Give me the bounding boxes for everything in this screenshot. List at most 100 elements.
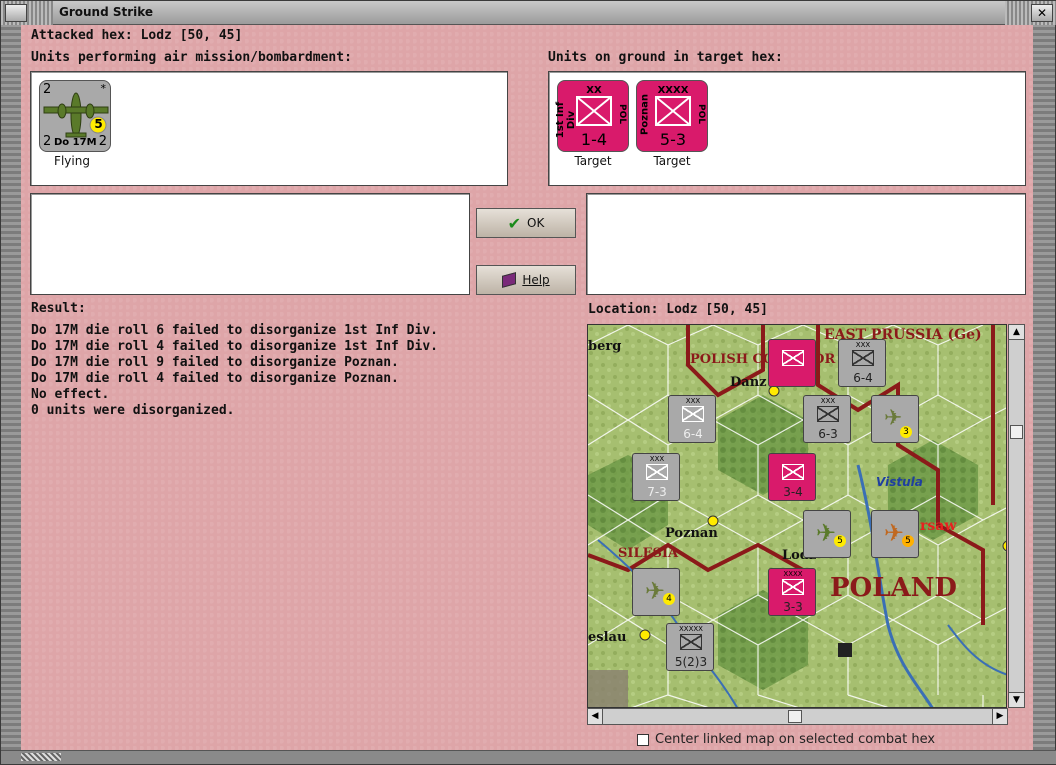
counter-size: XXX	[685, 397, 701, 405]
help-book-icon	[502, 272, 517, 288]
mountain-terrain	[588, 670, 628, 707]
result-line: No effect.	[31, 387, 110, 402]
label-silesia: SILESIA	[618, 546, 679, 561]
air-units-title: Units performing air mission/bombardment…	[31, 50, 352, 65]
close-button[interactable]: ✕	[1031, 4, 1053, 22]
system-menu-button[interactable]	[5, 4, 27, 22]
checkmark-icon: ✔	[507, 213, 522, 233]
resize-grip-icon[interactable]	[21, 753, 61, 761]
map-counter[interactable]: 3-4	[768, 453, 816, 501]
map-counter[interactable]: XXX 7-3	[632, 453, 680, 501]
unit-strength: 5-3	[659, 130, 687, 149]
unit-strength: 1-4	[580, 130, 608, 149]
scroll-left-arrow-icon[interactable]: ◀	[588, 709, 603, 724]
city-poznan-icon[interactable]	[707, 515, 719, 527]
label-poland: POLAND	[830, 573, 957, 603]
map-counter[interactable]	[768, 339, 816, 387]
ground-units-title: Units on ground in target hex:	[548, 50, 783, 65]
attacked-hex-label: Attacked hex: Lodz [50, 45]	[31, 28, 243, 43]
map-aircraft-counter[interactable]: ✈ 3	[871, 395, 919, 443]
ok-button[interactable]: ✔ OK	[476, 208, 576, 238]
map-counter[interactable]: XXX 6-4	[668, 395, 716, 443]
unit-nation: POL	[696, 104, 706, 124]
air-unit-star: *	[100, 82, 107, 95]
counter-infantry-icon	[852, 350, 874, 366]
counter-infantry-icon	[680, 634, 702, 650]
label-breslau: eslau	[588, 630, 627, 645]
label-konigsberg: berg	[588, 339, 622, 354]
map-counter[interactable]: XXXXX 5(2)3	[666, 623, 714, 671]
label-warsaw: rsaw	[920, 518, 957, 534]
vertical-scroll-thumb[interactable]	[1010, 425, 1023, 439]
ground-unit-1-status: Target	[574, 154, 612, 168]
counter-infantry-icon	[646, 464, 668, 480]
air-unit-do17m[interactable]: 2 * 5 2 Do 17M 2	[34, 75, 111, 152]
counter-size: XXXX	[783, 570, 803, 578]
result-line: Do 17M die roll 6 failed to disorganize …	[31, 323, 438, 338]
air-units-panel: 2 * 5 2 Do 17M 2 Flying	[30, 71, 508, 186]
map-aircraft-counter[interactable]: ✈ 4	[632, 568, 680, 616]
map-aircraft-counter[interactable]: ✈ 5	[871, 510, 919, 558]
map-counter[interactable]: XXXX 3-3	[768, 568, 816, 616]
scroll-up-arrow-icon[interactable]: ▲	[1009, 325, 1024, 340]
scroll-right-arrow-icon[interactable]: ▶	[992, 709, 1007, 724]
ground-units-panel: XX 1st Inf Div POL 1-4 Target XXXX Pozna…	[548, 71, 1026, 186]
scroll-down-arrow-icon[interactable]: ▼	[1009, 692, 1024, 707]
map-aircraft-counter[interactable]: ✈ 5	[803, 510, 851, 558]
aircraft-badge: 5	[834, 535, 846, 547]
counter-size: XXX	[649, 455, 665, 463]
counter-infantry-icon	[782, 579, 804, 595]
window-title: Ground Strike	[59, 5, 154, 19]
map-counter[interactable]: XXX 6-3	[803, 395, 851, 443]
window-border-right	[1031, 25, 1055, 753]
air-unit-bottom-left: 2	[43, 134, 52, 149]
label-danzig: Danz	[730, 375, 767, 390]
counter-strength: 5(2)3	[674, 655, 708, 669]
help-button[interactable]: Help	[476, 265, 576, 295]
ground-unit-counter: XXXX Poznan POL 5-3	[636, 80, 708, 152]
aircraft-badge: 3	[900, 426, 912, 438]
right-info-panel	[586, 193, 1026, 295]
hex-map[interactable]: EAST PRUSSIA (Ge) POLISH CORRIDOR POLAND…	[587, 324, 1007, 708]
air-unit-bottom-right: 2	[98, 134, 107, 149]
ground-unit-poznan[interactable]: XXXX Poznan POL 5-3	[636, 80, 708, 152]
center-map-checkbox[interactable]	[637, 734, 649, 746]
map-vertical-scrollbar[interactable]: ▲ ▼	[1008, 324, 1025, 708]
center-map-checkbox-label[interactable]: Center linked map on selected combat hex	[655, 732, 935, 747]
counter-strength: 6-4	[853, 371, 873, 385]
bomber-aircraft-icon: ✈	[816, 519, 837, 547]
map-horizontal-scrollbar[interactable]: ◀ ▶	[587, 708, 1008, 725]
aircraft-badge: 4	[663, 593, 675, 605]
counter-infantry-icon	[682, 406, 704, 422]
unit-nation: POL	[617, 104, 627, 124]
counter-size: XXXXX	[679, 625, 703, 633]
map-counter[interactable]: XXX 6-4	[838, 339, 886, 387]
ground-unit-counter: XX 1st Inf Div POL 1-4	[555, 80, 629, 152]
title-bar[interactable]: Ground Strike ✕	[1, 1, 1056, 25]
label-poznan: Poznan	[665, 526, 718, 541]
result-line: Do 17M die roll 4 failed to disorganize …	[31, 339, 438, 354]
city-breslau-icon[interactable]	[639, 629, 651, 641]
counter-infantry-icon	[817, 406, 839, 422]
dive-bomber-aircraft-icon: ✈	[645, 577, 666, 605]
city-danzig-icon[interactable]	[768, 385, 780, 397]
airfield-icon	[838, 643, 852, 657]
ground-unit-2-status: Target	[653, 154, 691, 168]
air-unit-name: Do 17M	[54, 137, 97, 148]
counter-strength: 6-4	[683, 427, 703, 441]
counter-size: XXX	[855, 341, 871, 349]
label-vistula: Vistula	[876, 475, 923, 489]
counter-strength: 6-3	[818, 427, 838, 441]
horizontal-scroll-thumb[interactable]	[788, 710, 802, 723]
ground-unit-1st-inf-div[interactable]: XX 1st Inf Div POL 1-4	[555, 80, 629, 152]
result-line: Do 17M die roll 4 failed to disorganize …	[31, 371, 399, 386]
window-border-bottom	[1, 750, 1056, 764]
counter-infantry-icon	[782, 464, 804, 480]
counter-strength: 3-4	[783, 485, 803, 499]
ground-strike-window: Ground Strike ✕ Attacked hex: Lodz [50, …	[0, 0, 1056, 765]
result-title: Result:	[31, 301, 86, 316]
counter-size: XXX	[820, 397, 836, 405]
help-label: Help	[522, 273, 550, 287]
bomber-aircraft-icon: ✈	[884, 519, 905, 547]
air-unit-top-left: 2	[43, 82, 52, 97]
